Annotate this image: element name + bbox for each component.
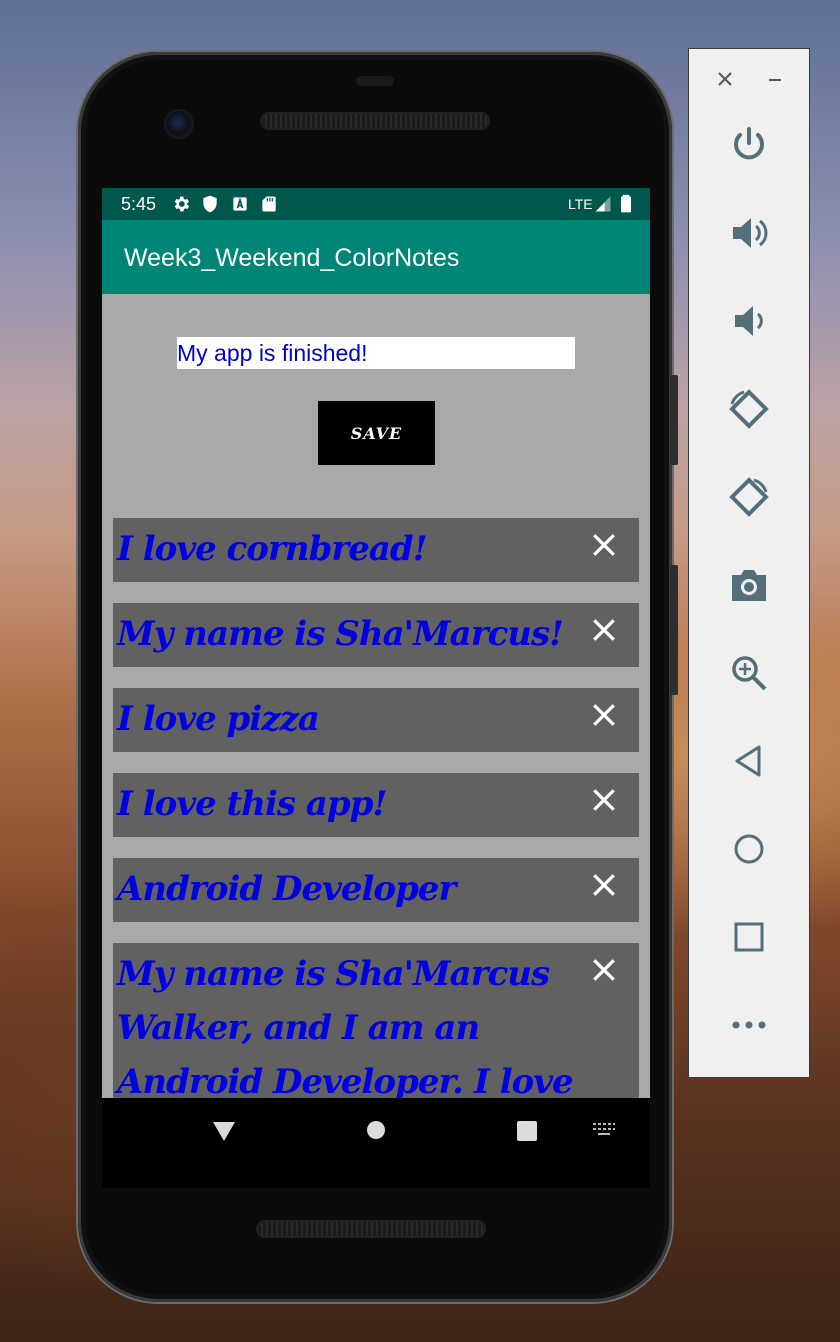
note-item[interactable]: My name is Sha'Marcus Walker, and I am a… bbox=[113, 943, 639, 1098]
emulator-toolbar bbox=[688, 48, 810, 1078]
status-bar: 5:45 LTE bbox=[102, 188, 650, 220]
rotate-right-icon[interactable] bbox=[725, 473, 773, 521]
note-text: My name is Sha'Marcus Walker, and I am a… bbox=[117, 954, 574, 1098]
top-speaker bbox=[262, 114, 488, 128]
note-text: Android Developer bbox=[117, 869, 456, 909]
volume-up-icon[interactable] bbox=[725, 209, 773, 257]
battery-icon bbox=[621, 194, 631, 213]
home-icon[interactable] bbox=[366, 1120, 386, 1140]
front-camera bbox=[166, 111, 192, 137]
phone-volume-button bbox=[670, 565, 678, 695]
note-item[interactable]: My name is Sha'Marcus! bbox=[113, 603, 639, 667]
recents-icon[interactable] bbox=[516, 1120, 538, 1142]
back-icon[interactable] bbox=[725, 737, 773, 785]
note-item[interactable]: Android Developer bbox=[113, 858, 639, 922]
network-type: LTE bbox=[568, 196, 593, 212]
phone-side-button bbox=[670, 375, 678, 465]
a-box-icon bbox=[233, 196, 247, 211]
sd-card-icon bbox=[262, 196, 276, 212]
bottom-speaker bbox=[258, 1222, 484, 1236]
status-time: 5:45 bbox=[121, 194, 157, 214]
note-item[interactable]: I love cornbread! bbox=[113, 518, 639, 582]
close-icon[interactable] bbox=[591, 787, 617, 813]
note-text: I love cornbread! bbox=[117, 529, 428, 569]
phone-screen: 5:45 LTE Week3_Weekend_ColorNotes My app… bbox=[102, 188, 650, 1188]
signal-icon bbox=[595, 196, 611, 212]
close-icon[interactable] bbox=[713, 67, 737, 91]
shield-icon bbox=[203, 195, 217, 213]
system-nav-bar bbox=[102, 1098, 650, 1188]
camera-icon[interactable] bbox=[725, 561, 773, 609]
close-icon[interactable] bbox=[591, 617, 617, 643]
note-text: I love this app! bbox=[117, 784, 387, 824]
rotate-left-icon[interactable] bbox=[725, 385, 773, 433]
overview-icon[interactable] bbox=[725, 913, 773, 961]
back-icon[interactable] bbox=[212, 1120, 236, 1142]
gear-icon bbox=[174, 196, 190, 212]
home-icon[interactable] bbox=[725, 825, 773, 873]
close-icon[interactable] bbox=[591, 532, 617, 558]
close-icon[interactable] bbox=[591, 872, 617, 898]
close-icon[interactable] bbox=[591, 702, 617, 728]
note-text: I love pizza bbox=[117, 699, 320, 739]
volume-down-icon[interactable] bbox=[725, 297, 773, 345]
note-text: My name is Sha'Marcus! bbox=[117, 614, 564, 654]
save-button[interactable]: SAVE bbox=[318, 401, 435, 465]
more-icon[interactable] bbox=[725, 1001, 773, 1049]
main-content: SAVE I love cornbread! My name is Sha'Ma… bbox=[102, 294, 650, 1098]
app-toolbar: Week3_Weekend_ColorNotes bbox=[102, 220, 650, 294]
power-icon[interactable] bbox=[725, 121, 773, 169]
app-title: Week3_Weekend_ColorNotes bbox=[124, 244, 460, 272]
note-item[interactable]: I love this app! bbox=[113, 773, 639, 837]
minimize-icon[interactable] bbox=[763, 67, 787, 91]
note-input[interactable] bbox=[177, 337, 575, 369]
phone-sensor bbox=[356, 76, 394, 86]
note-item[interactable]: I love pizza bbox=[113, 688, 639, 752]
keyboard-icon[interactable] bbox=[592, 1122, 616, 1138]
close-icon[interactable] bbox=[591, 957, 617, 983]
zoom-icon[interactable] bbox=[725, 649, 773, 697]
